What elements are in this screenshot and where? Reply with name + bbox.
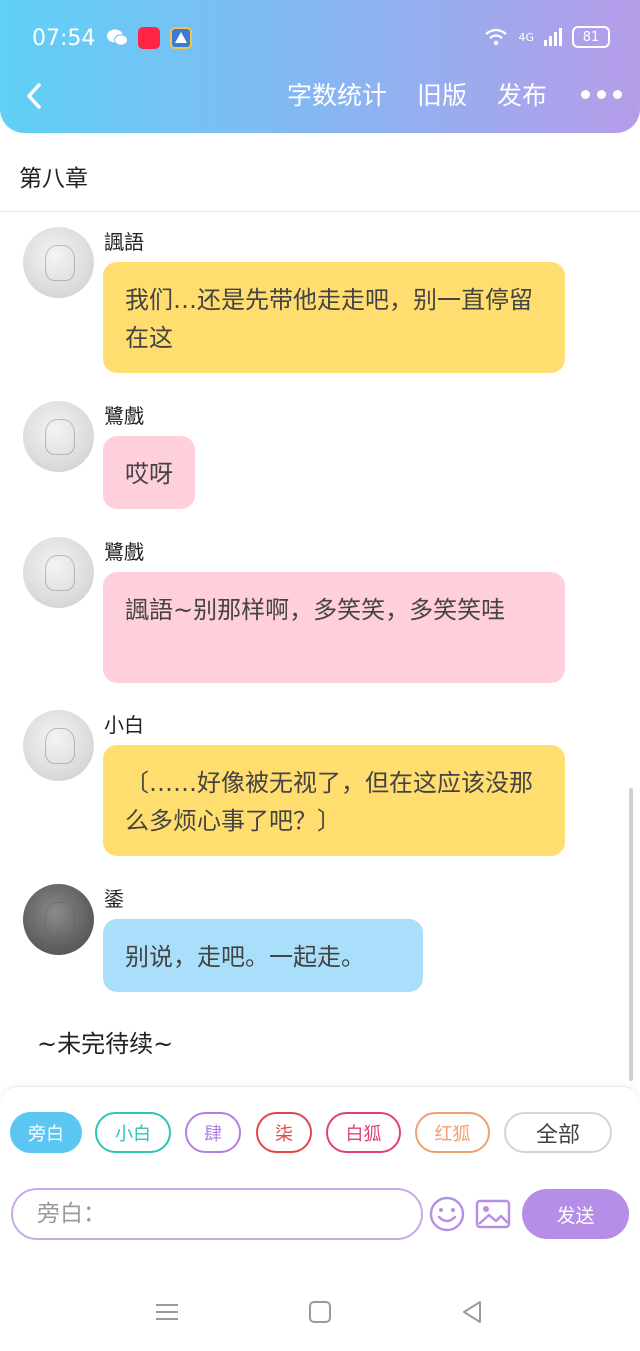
role-chip-white-fox[interactable]: 白狐	[326, 1112, 401, 1153]
wechat-icon	[106, 27, 128, 49]
more-button[interactable]	[581, 78, 622, 110]
message-bubble[interactable]: 〔……好像被无视了，但在这应该没那么多烦心事了吧？〕	[103, 745, 565, 856]
sender-name: 諷語	[104, 230, 144, 254]
role-chip-qi[interactable]: 柒	[256, 1112, 312, 1153]
scrollbar[interactable]	[629, 788, 633, 1081]
home-icon	[309, 1301, 331, 1323]
nav-back-button[interactable]	[452, 1297, 492, 1327]
network-type: 4G	[518, 30, 534, 44]
message-bubble[interactable]: 哎呀	[103, 436, 195, 509]
toolbar-actions: 字数统计 旧版 发布	[257, 76, 622, 112]
nav-home-button[interactable]	[300, 1297, 340, 1327]
role-chip-si[interactable]: 肆	[185, 1112, 241, 1153]
smiley-icon	[429, 1196, 465, 1232]
game-app-icon	[170, 27, 192, 49]
old-version-button[interactable]: 旧版	[417, 76, 467, 112]
status-right: 4G 81	[484, 26, 610, 48]
wifi-icon	[485, 28, 508, 46]
message-bubble[interactable]: 我们…还是先带他走走吧，别一直停留在这	[103, 262, 565, 373]
avatar[interactable]	[23, 710, 94, 781]
word-count-button[interactable]: 字数统计	[287, 76, 387, 112]
message-input[interactable]: 旁白：	[11, 1188, 423, 1240]
back-button[interactable]	[18, 78, 50, 114]
message-bubble[interactable]: 别说，走吧。一起走。	[103, 919, 423, 992]
avatar[interactable]	[23, 401, 94, 472]
publish-button[interactable]: 发布	[497, 76, 547, 112]
role-chip-all[interactable]: 全部	[504, 1112, 612, 1153]
xiaohongshu-icon	[138, 27, 160, 49]
battery-indicator: 81	[572, 26, 610, 48]
image-icon	[475, 1199, 511, 1229]
message-bubble[interactable]: 諷語~别那样啊，多笑笑，多笑笑哇	[103, 572, 565, 683]
nav-menu-button[interactable]	[147, 1297, 187, 1327]
image-button[interactable]	[474, 1195, 512, 1233]
status-time: 07:54	[32, 26, 96, 51]
avatar[interactable]	[23, 537, 94, 608]
status-app-icons	[106, 27, 192, 49]
app-header: 07:54 4G 81 字数统计 旧版 发布	[0, 0, 640, 133]
back-triangle-icon	[463, 1301, 481, 1323]
to-be-continued-text: ~未完待续~	[37, 1030, 174, 1058]
more-dots-icon	[581, 89, 590, 99]
avatar[interactable]	[23, 884, 94, 955]
role-chip-xiaobai[interactable]: 小白	[95, 1112, 171, 1153]
send-button[interactable]: 发送	[522, 1189, 629, 1239]
chapter-title[interactable]: 第八章	[19, 159, 88, 193]
avatar[interactable]	[23, 227, 94, 298]
emoji-button[interactable]	[428, 1195, 466, 1233]
role-chip-narrator[interactable]: 旁白	[10, 1112, 82, 1153]
menu-icon	[156, 1304, 178, 1320]
sender-name: 鷺戲	[104, 540, 144, 564]
chevron-left-icon	[27, 83, 41, 109]
role-chip-red-fox[interactable]: 红狐	[415, 1112, 490, 1153]
signal-icon	[544, 28, 562, 46]
sender-name: 小白	[104, 713, 144, 737]
chapter-header: 第八章	[0, 133, 640, 212]
sender-name: 鷺戲	[104, 404, 144, 428]
sender-name: 鋈	[104, 887, 124, 911]
system-navbar	[0, 1242, 640, 1351]
